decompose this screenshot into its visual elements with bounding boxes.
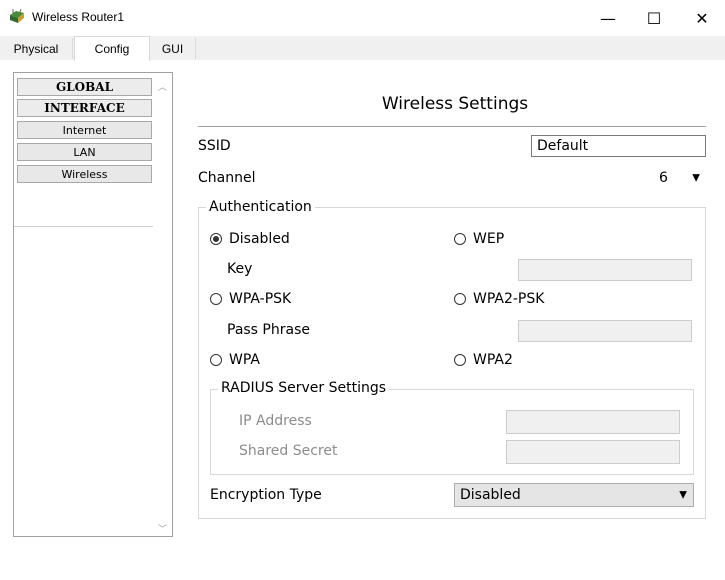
radio-wpa2[interactable]: WPA2: [454, 352, 513, 368]
router-app-icon: [10, 9, 24, 23]
ssid-input[interactable]: Default: [531, 135, 706, 157]
sidebar-panel: [13, 72, 173, 537]
sidebar-item-interface[interactable]: INTERFACE: [17, 99, 152, 117]
tab-physical[interactable]: Physical: [0, 38, 73, 59]
window-title: Wireless Router1: [32, 10, 125, 24]
radio-wep-label: WEP: [473, 231, 505, 247]
pass-phrase-input[interactable]: [518, 320, 692, 342]
radio-wpa2-label: WPA2: [473, 352, 513, 368]
scroll-up-arrow-icon[interactable]: ︿: [158, 80, 167, 93]
radio-checked-icon: [210, 233, 222, 245]
radio-unchecked-icon: [454, 354, 466, 366]
radio-wpa-psk[interactable]: WPA-PSK: [210, 291, 291, 307]
radio-wpa[interactable]: WPA: [210, 352, 260, 368]
maximize-button[interactable]: ☐: [631, 0, 677, 36]
channel-value: 6: [659, 170, 668, 186]
sidebar-divider: [14, 226, 153, 227]
radio-unchecked-icon: [454, 293, 466, 305]
ip-address-input[interactable]: [506, 410, 680, 434]
minimize-button[interactable]: —: [585, 0, 631, 36]
radius-legend: RADIUS Server Settings: [218, 380, 390, 396]
key-label: Key: [227, 261, 253, 277]
shared-secret-input[interactable]: [506, 440, 680, 464]
sidebar-item-global[interactable]: GLOBAL: [17, 78, 152, 96]
radio-wpa2-psk[interactable]: WPA2-PSK: [454, 291, 544, 307]
radio-unchecked-icon: [210, 293, 222, 305]
radio-disabled[interactable]: Disabled: [210, 231, 290, 247]
chevron-down-icon: ▼: [692, 172, 700, 184]
authentication-legend: Authentication: [206, 199, 315, 215]
encryption-type-select[interactable]: Disabled ▼: [454, 483, 694, 507]
scroll-down-arrow-icon[interactable]: ﹀: [158, 522, 167, 535]
tab-config[interactable]: Config: [74, 36, 150, 61]
sidebar-item-wireless[interactable]: Wireless: [17, 165, 152, 183]
panel-title: Wireless Settings: [381, 94, 529, 114]
pass-phrase-label: Pass Phrase: [227, 322, 310, 338]
radio-wpa-psk-label: WPA-PSK: [229, 291, 292, 307]
channel-select[interactable]: 6 ▼: [653, 166, 706, 190]
radio-unchecked-icon: [210, 354, 222, 366]
sidebar-item-internet[interactable]: Internet: [17, 121, 152, 139]
radio-wep[interactable]: WEP: [454, 231, 504, 247]
sidebar-item-lan[interactable]: LAN: [17, 143, 152, 161]
radio-wpa-label: WPA: [229, 352, 260, 368]
ip-address-label: IP Address: [239, 413, 312, 429]
close-button[interactable]: ✕: [679, 0, 725, 36]
key-input[interactable]: [518, 259, 692, 281]
radio-unchecked-icon: [454, 233, 466, 245]
chevron-down-icon: ▼: [679, 489, 687, 501]
ssid-label: SSID: [198, 138, 231, 154]
channel-label: Channel: [198, 170, 256, 186]
shared-secret-label: Shared Secret: [239, 443, 338, 459]
encryption-type-value: Disabled: [460, 487, 521, 503]
encryption-type-label: Encryption Type: [210, 487, 322, 503]
radio-wpa2-psk-label: WPA2-PSK: [473, 291, 545, 307]
title-divider: [198, 126, 706, 127]
radio-disabled-label: Disabled: [229, 231, 290, 247]
tab-gui[interactable]: GUI: [150, 38, 196, 59]
